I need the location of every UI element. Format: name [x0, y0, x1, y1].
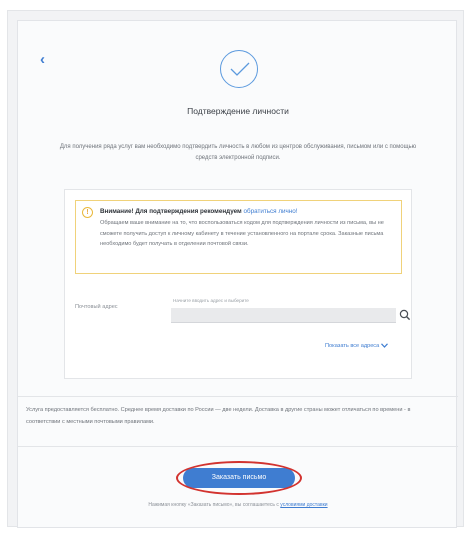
check-circle-icon [220, 50, 258, 88]
address-form-panel: ! Внимание! Для подтверждения рекомендуе… [64, 189, 412, 379]
show-all-addresses-link[interactable]: Показать все адреса [325, 343, 388, 349]
terms-notice-text: Нажимая кнопку «Заказать письмо», вы сог… [148, 502, 279, 508]
divider [18, 396, 458, 397]
show-all-addresses-label: Показать все адреса [325, 343, 380, 349]
terms-notice: Нажимая кнопку «Заказать письмо», вы сог… [18, 502, 458, 508]
delivery-info: Услуга предоставляется бесплатно. Средне… [26, 407, 411, 425]
warning-body: Обращаем ваше внимание на то, что воспол… [100, 220, 384, 247]
contact-in-person-link[interactable]: обратиться лично! [243, 208, 297, 215]
order-letter-button[interactable]: Заказать письмо [183, 468, 295, 488]
search-icon[interactable] [399, 308, 411, 322]
chevron-down-icon [380, 343, 388, 348]
postal-address-input[interactable] [171, 308, 396, 323]
delivery-terms-link[interactable]: условиями доставки [280, 502, 327, 508]
postal-address-caption: Начните вводить адрес и выберите [173, 298, 249, 303]
page-description: Для получения ряда услуг вам необходимо … [59, 144, 417, 161]
warning-box: ! Внимание! Для подтверждения рекомендуе… [75, 200, 402, 274]
divider [18, 446, 458, 447]
warning-icon: ! [82, 207, 93, 218]
page-title: Подтверждение личности [187, 106, 289, 116]
warning-heading-text: Внимание! Для подтверждения рекомендуем [100, 208, 242, 215]
warning-heading: Внимание! Для подтверждения рекомендуем … [100, 208, 298, 215]
back-icon[interactable]: ‹ [40, 52, 54, 68]
identity-card: ‹ Подтверждение личности Для получения р… [17, 20, 458, 528]
postal-address-label: Почтовый адрес [75, 304, 118, 310]
